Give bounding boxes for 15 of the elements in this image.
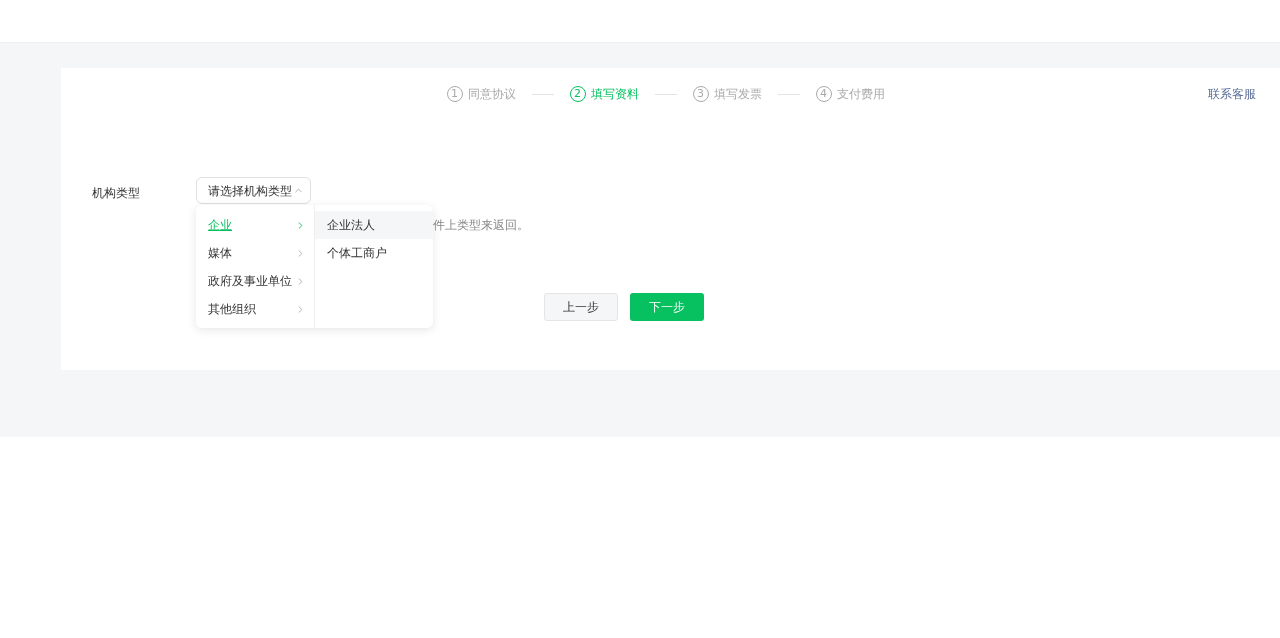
- select-dropdown[interactable]: 请选择机构类型: [196, 177, 311, 204]
- menu-item[interactable]: 媒体: [196, 239, 314, 267]
- submenu-item[interactable]: 企业法人: [315, 211, 433, 239]
- submenu-item[interactable]: 个体工商户: [315, 239, 433, 267]
- back-button[interactable]: 上一步: [543, 293, 618, 321]
- step: 3 填写发票: [692, 85, 762, 103]
- chevron-right-icon: [295, 247, 306, 259]
- menu-item[interactable]: 政府及事业单位: [196, 267, 314, 295]
- contact-support-link[interactable]: 联系客服: [1208, 85, 1256, 103]
- menu-item[interactable]: 其他组织: [196, 295, 314, 323]
- field-hint: 件上类型来返回。: [433, 217, 529, 234]
- step: 1 同意协议: [446, 85, 516, 103]
- step: 4 支付费用: [815, 85, 885, 103]
- field-label: 机构类型: [92, 185, 141, 202]
- step: 2 填写资料: [569, 85, 639, 103]
